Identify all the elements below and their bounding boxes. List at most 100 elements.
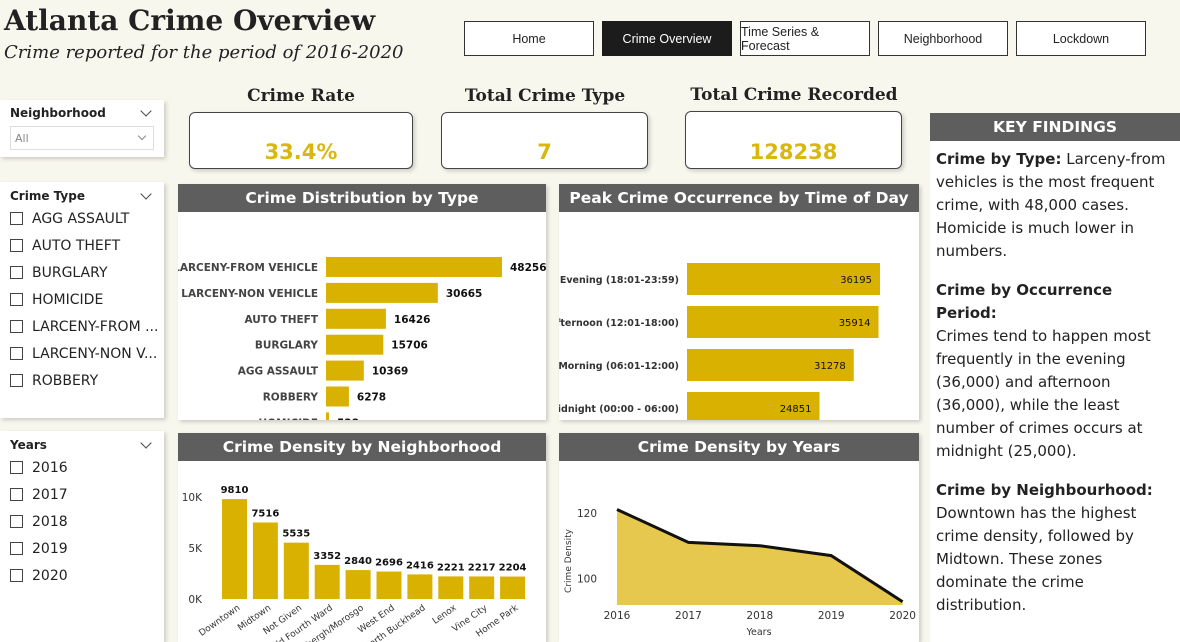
category-label: Morning (06:01-12:00): [559, 361, 679, 372]
checkbox-icon[interactable]: [10, 542, 23, 555]
chevron-down-icon[interactable]: [140, 437, 152, 449]
data-label: 24851: [780, 404, 812, 415]
neighborhood-slicer-label: Neighborhood: [10, 106, 106, 120]
crime-by-type-chart: LARCENY-FROM VEHICLE 48256 LARCENY-NON VEH…: [178, 257, 546, 420]
x-tick-label: 2019: [818, 610, 845, 622]
crime-type-option[interactable]: ROBBERY: [0, 367, 164, 394]
neighborhood-slicer: Neighborhood All: [0, 100, 164, 157]
bar: [500, 576, 526, 599]
data-label: 2696: [375, 558, 403, 569]
year-option[interactable]: 2018: [0, 508, 164, 535]
checkbox-icon[interactable]: [10, 347, 23, 360]
bar: [252, 522, 278, 599]
key-finding-heading: Crime by Occurrence Period:: [936, 281, 1113, 322]
bar: [438, 576, 464, 599]
nav-time-series-button[interactable]: Time Series & Forecast: [740, 21, 870, 56]
y-tick-label: 10K: [182, 492, 203, 504]
x-tick-label: 2017: [675, 610, 702, 622]
crime-type-slicer-label: Crime Type: [10, 189, 85, 203]
category-label: BURGLARY: [255, 340, 319, 352]
data-label: 30665: [446, 288, 483, 300]
chevron-down-icon[interactable]: [140, 105, 152, 117]
nav-lockdown-button[interactable]: Lockdown: [1016, 21, 1146, 56]
category-label: HOMICIDE: [258, 417, 318, 420]
bar: [345, 570, 371, 599]
nav-crime-overview-button[interactable]: Crime Overview: [602, 21, 732, 56]
checkbox-icon[interactable]: [10, 239, 23, 252]
checkbox-icon[interactable]: [10, 461, 23, 474]
crime-type-option[interactable]: BURGLARY: [0, 259, 164, 286]
bar: [326, 360, 364, 381]
key-finding: Crime by Type: Larceny-from vehicles is …: [936, 148, 1174, 263]
category-label: AUTO THEFT: [244, 314, 318, 326]
checkbox-icon[interactable]: [10, 374, 23, 387]
nav-neighborhood-button[interactable]: Neighborhood: [878, 21, 1008, 56]
category-label: AGG ASSAULT: [238, 366, 319, 378]
data-label: 2217: [468, 562, 496, 573]
neighborhood-dropdown[interactable]: All: [10, 126, 154, 150]
nav-home-button[interactable]: Home: [464, 21, 594, 56]
year-option-label: 2018: [32, 513, 68, 530]
crime-type-option-label: AUTO THEFT: [32, 237, 121, 254]
bar: [326, 334, 384, 355]
bar: [376, 571, 402, 599]
year-option-label: 2017: [32, 486, 68, 503]
data-label: 16426: [394, 314, 431, 326]
crime-type-option[interactable]: HOMICIDE: [0, 286, 164, 313]
x-tick-label: 2020: [889, 610, 916, 622]
data-label: 10369: [372, 366, 409, 378]
crime-type-option-label: ROBBERY: [32, 372, 99, 389]
checkbox-icon[interactable]: [10, 266, 23, 279]
chevron-down-icon[interactable]: [140, 188, 152, 200]
y-tick-label: 0K: [188, 594, 203, 606]
key-finding-text: Crimes tend to happen most frequently in…: [936, 327, 1151, 460]
crime-by-type-panel: Crime Distribution by Type LARCENY-FROM …: [178, 184, 546, 420]
crime-type-option-label: AGG ASSAULT: [32, 210, 130, 227]
checkbox-icon[interactable]: [10, 212, 23, 225]
year-option[interactable]: 2020: [0, 562, 164, 589]
category-label: LARCENY-FROM VEHICLE: [178, 262, 318, 274]
bar: [314, 564, 340, 599]
crime-type-option[interactable]: LARCENY-NON V...: [0, 340, 164, 367]
year-option[interactable]: 2016: [0, 454, 164, 481]
bar: [326, 257, 502, 277]
checkbox-icon[interactable]: [10, 569, 23, 582]
page-subtitle: Crime reported for the period of 2016-20…: [4, 42, 404, 63]
year-option[interactable]: 2017: [0, 481, 164, 508]
crime-rate-value: 33.4%: [264, 140, 338, 164]
data-label: 3352: [313, 551, 341, 562]
crime-type-option[interactable]: LARCENY-FROM ...: [0, 313, 164, 340]
year-option-label: 2016: [32, 459, 68, 476]
crime-type-option[interactable]: AGG ASSAULT: [0, 205, 164, 232]
year-option[interactable]: 2019: [0, 535, 164, 562]
data-label: 538: [337, 417, 359, 420]
crime-by-years-title: Crime Density by Years: [559, 433, 919, 461]
crime-type-option-label: BURGLARY: [32, 264, 108, 281]
bar: [222, 499, 247, 599]
area-fill: [617, 509, 903, 605]
bar: [283, 542, 309, 599]
crime-type-option[interactable]: AUTO THEFT: [0, 232, 164, 259]
checkbox-icon[interactable]: [10, 515, 23, 528]
page-title: Atlanta Crime Overview: [4, 4, 376, 37]
neighborhood-dropdown-value: All: [15, 131, 29, 145]
data-label: 6278: [357, 392, 386, 404]
checkbox-icon[interactable]: [10, 293, 23, 306]
category-label: LARCENY-NON VEHICLE: [181, 288, 318, 300]
bar: [326, 308, 386, 329]
years-slicer-label: Years: [10, 438, 47, 452]
bar: [326, 386, 349, 407]
x-axis-title: Years: [745, 627, 771, 638]
data-label: 15706: [391, 340, 428, 352]
nav-bar: Home Crime Overview Time Series & Foreca…: [464, 21, 1146, 56]
category-label: ROBBERY: [263, 392, 319, 404]
total-crime-type-card: 7: [441, 112, 648, 169]
crime-by-time-title: Peak Crime Occurrence by Time of Day: [559, 184, 919, 212]
category-label: Midnight (00:00 - 06:00): [559, 404, 679, 415]
crime-type-slicer: Crime Type AGG ASSAULT AUTO THEFT BURGLA…: [0, 182, 164, 418]
checkbox-icon[interactable]: [10, 488, 23, 501]
total-crime-recorded-label: Total Crime Recorded: [690, 85, 898, 105]
data-label: 2204: [499, 563, 527, 574]
checkbox-icon[interactable]: [10, 320, 23, 333]
crime-type-option-label: LARCENY-NON V...: [32, 345, 158, 362]
